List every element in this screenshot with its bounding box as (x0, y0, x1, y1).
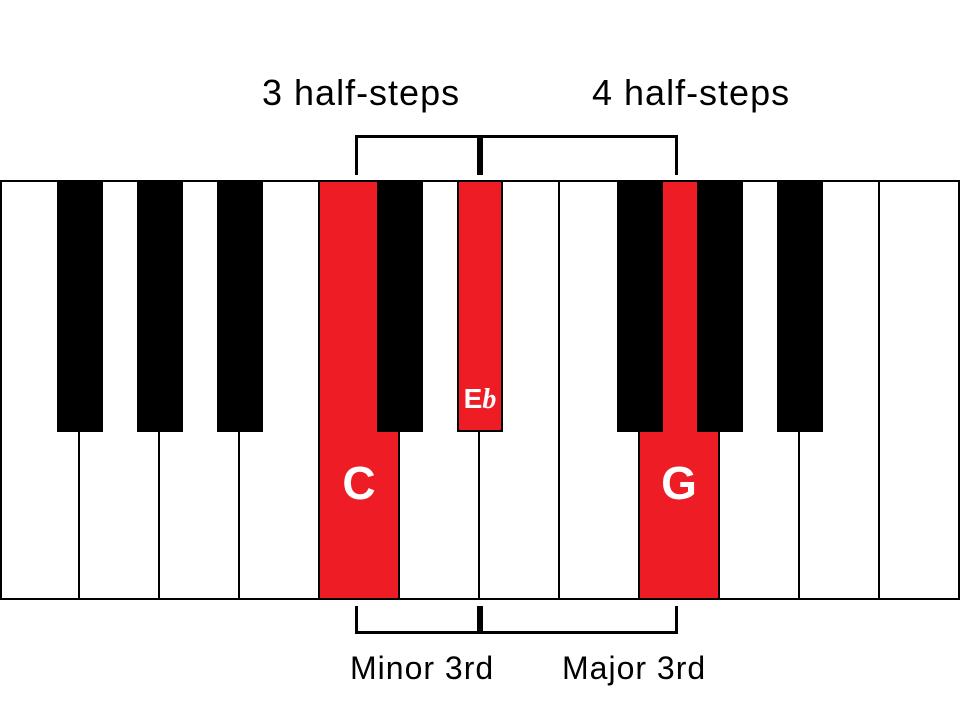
caption-bot-right: Major 3rd (562, 650, 706, 687)
white-key-12 (880, 180, 960, 600)
note-label-c: C (320, 456, 398, 510)
bracket-bot-left (355, 606, 480, 634)
note-label-eb-letter: E (464, 383, 483, 414)
caption-bot-left: Minor 3rd (350, 650, 494, 687)
note-label-eb-acc: b (482, 384, 496, 415)
bracket-top-left (355, 135, 480, 175)
piano-keyboard: C G Eb (0, 180, 960, 600)
note-label-g: G (640, 456, 718, 510)
bracket-top-right (480, 135, 678, 175)
black-key-01 (57, 180, 103, 432)
black-key-06 (617, 180, 663, 432)
black-key-04 (377, 180, 423, 432)
black-key-02 (137, 180, 183, 432)
caption-top-right: 4 half-steps (592, 72, 790, 114)
caption-top-left: 3 half-steps (262, 72, 460, 114)
black-key-05-eb: Eb (457, 180, 503, 432)
bracket-bot-right (480, 606, 678, 634)
black-key-03 (217, 180, 263, 432)
black-key-07 (697, 180, 743, 432)
black-key-08 (777, 180, 823, 432)
note-label-eb: Eb (459, 383, 501, 416)
